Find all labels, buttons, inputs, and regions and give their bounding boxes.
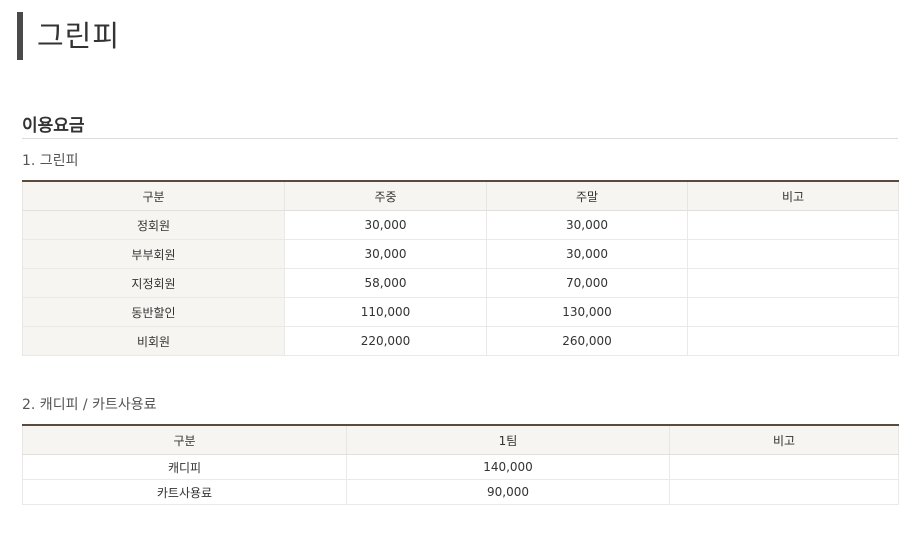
table-cell: 110,000 — [284, 297, 487, 327]
table-cell: 260,000 — [486, 326, 688, 356]
table-header-row: 구분 1팀 비고 — [22, 424, 899, 455]
table-cell: 70,000 — [486, 268, 688, 298]
column-header: 주말 — [486, 180, 688, 211]
row-label: 캐디피 — [22, 454, 347, 480]
section-title: 이용요금 — [22, 116, 898, 139]
table-cell: 140,000 — [346, 454, 670, 480]
caddy-fee-subtitle: 2. 캐디피 / 카트사용료 — [22, 397, 157, 413]
page-header: 그린피 — [17, 12, 120, 60]
table-row: 비회원 220,000 260,000 — [22, 326, 899, 356]
table-cell — [669, 479, 899, 505]
column-header: 주중 — [284, 180, 487, 211]
column-header: 구분 — [22, 180, 285, 211]
column-header: 1팀 — [346, 424, 670, 455]
row-label: 부부회원 — [22, 239, 285, 269]
column-header: 구분 — [22, 424, 347, 455]
table-cell: 58,000 — [284, 268, 487, 298]
table-row: 부부회원 30,000 30,000 — [22, 239, 899, 269]
green-fee-subtitle: 1. 그린피 — [22, 153, 79, 169]
table-row: 캐디피 140,000 — [22, 454, 899, 480]
table-cell: 130,000 — [486, 297, 688, 327]
row-label: 지정회원 — [22, 268, 285, 298]
column-header: 비고 — [669, 424, 899, 455]
table-cell: 30,000 — [486, 239, 688, 269]
table-row: 지정회원 58,000 70,000 — [22, 268, 899, 298]
row-label: 정회원 — [22, 210, 285, 240]
table-row: 정회원 30,000 30,000 — [22, 210, 899, 240]
table-header-row: 구분 주중 주말 비고 — [22, 180, 899, 211]
table-cell — [687, 210, 899, 240]
green-fee-table: 구분 주중 주말 비고 정회원 30,000 30,000 부부회원 30,00… — [22, 180, 899, 356]
table-row: 동반할인 110,000 130,000 — [22, 297, 899, 327]
table-cell: 30,000 — [284, 239, 487, 269]
row-label: 동반할인 — [22, 297, 285, 327]
row-label: 카트사용료 — [22, 479, 347, 505]
caddy-fee-table: 구분 1팀 비고 캐디피 140,000 카트사용료 90,000 — [22, 424, 899, 505]
table-cell — [687, 326, 899, 356]
table-cell — [669, 454, 899, 480]
table-row: 카트사용료 90,000 — [22, 479, 899, 505]
table-cell — [687, 239, 899, 269]
table-cell: 30,000 — [284, 210, 487, 240]
table-cell — [687, 297, 899, 327]
page-title: 그린피 — [37, 19, 121, 53]
column-header: 비고 — [687, 180, 899, 211]
title-accent-bar — [17, 12, 23, 60]
row-label: 비회원 — [22, 326, 285, 356]
table-cell: 220,000 — [284, 326, 487, 356]
table-cell: 30,000 — [486, 210, 688, 240]
table-cell: 90,000 — [346, 479, 670, 505]
table-cell — [687, 268, 899, 298]
